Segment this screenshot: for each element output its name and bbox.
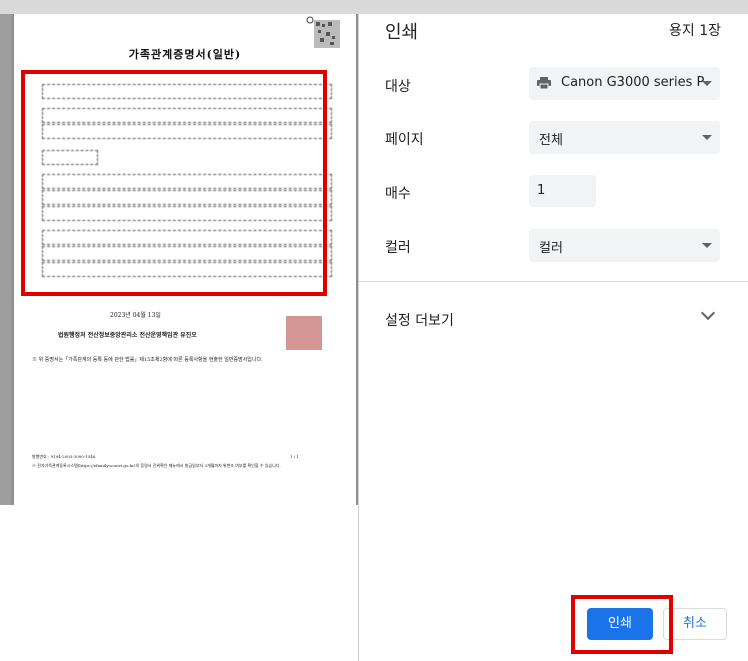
color-label: 컬러: [385, 240, 411, 256]
chevron-down-icon[interactable]: [700, 305, 716, 321]
document-notice: ※ 위 증명서는「가족관계의 등록 등에 관한 법률」제15조제2항에 따른 등…: [32, 357, 263, 363]
destination-select[interactable]: Canon G3000 series P: [529, 67, 720, 100]
barcode-icon: [306, 16, 340, 48]
pages-value: 전체: [539, 133, 563, 148]
pages-select[interactable]: 전체: [529, 121, 720, 154]
document-title: 가족관계증명서(일반): [128, 48, 242, 61]
color-value: 컬러: [539, 241, 563, 256]
more-settings-toggle[interactable]: 설정 더보기: [385, 310, 454, 330]
document-footer-note: ※ 전자가족관계등록시스템(https://efamily.scourt.go.…: [32, 463, 281, 468]
destination-value: Canon G3000 series P: [561, 75, 705, 90]
document-footer-page: 1 / 1: [290, 454, 299, 459]
chevron-down-icon: [702, 81, 712, 86]
copies-value: 1: [537, 183, 546, 198]
top-bar: [0, 0, 748, 14]
divider: [359, 281, 748, 282]
print-dialog: 가족관계증명서(일반) 2023년 04월 13일 법원행정처 전산정보중앙관리…: [0, 0, 748, 661]
copies-input[interactable]: 1: [529, 175, 596, 207]
panel-title: 인쇄: [385, 22, 419, 43]
pages-label: 페이지: [385, 132, 424, 148]
table-highlight-box: [21, 70, 327, 296]
print-settings-panel: 인쇄 용지 1장 대상 Canon G3000 series P 페이지 전체 …: [358, 14, 748, 661]
chevron-down-icon: [702, 243, 712, 248]
copies-label: 매수: [385, 186, 411, 202]
document-footer-number: 발행번호 : 9194-2003-3000-1546: [32, 454, 96, 459]
document-issuer: 법원행정처 전산정보중앙관리소 전산운영책임관 유진오: [58, 332, 197, 339]
printer-icon: [537, 77, 551, 89]
chevron-down-icon: [702, 135, 712, 140]
sheet-count: 용지 1장: [669, 23, 721, 39]
preview-page: 가족관계증명서(일반) 2023년 04월 13일 법원행정처 전산정보중앙관리…: [14, 8, 356, 505]
official-seal: [286, 316, 322, 350]
button-highlight-box: [571, 595, 673, 654]
color-select[interactable]: 컬러: [529, 229, 720, 262]
print-preview-area: 가족관계증명서(일반) 2023년 04월 13일 법원행정처 전산정보중앙관리…: [0, 0, 358, 661]
document-date: 2023년 04월 13일: [110, 312, 161, 319]
preview-empty-area: [0, 505, 358, 661]
destination-label: 대상: [385, 79, 411, 95]
